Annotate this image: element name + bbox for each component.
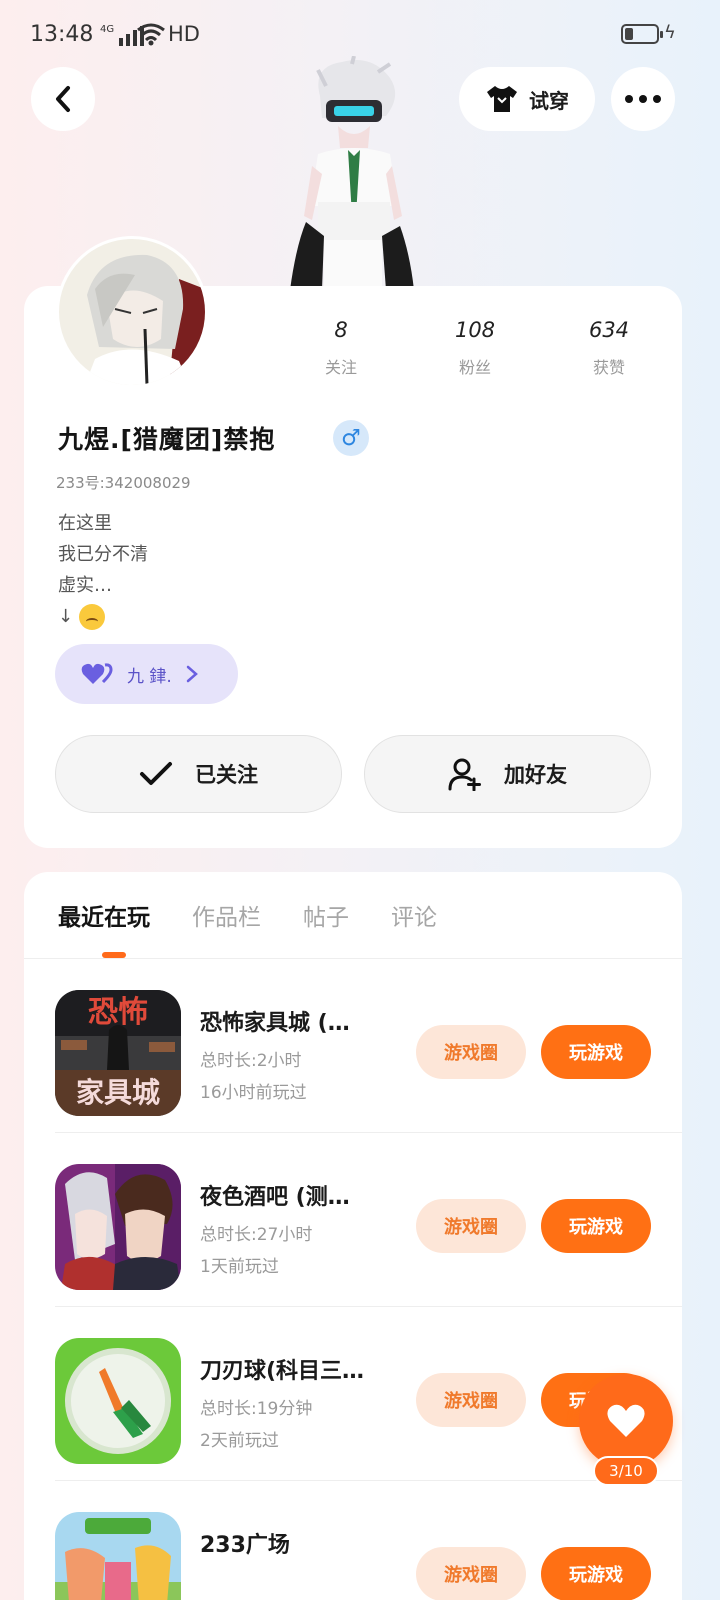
stat-label: 关注: [324, 358, 357, 377]
nickname: 九煜.[猎魔团]禁抱: [58, 425, 276, 454]
add-friend-button[interactable]: 加好友: [364, 735, 651, 813]
game-circle-button[interactable]: 游戏圈: [416, 1025, 526, 1079]
game-name[interactable]: 刀刃球(科目三…: [200, 1353, 364, 1385]
bio-line: 我已分不清: [58, 544, 148, 565]
game-circle-button[interactable]: 游戏圈: [416, 1373, 526, 1427]
game-circle-button[interactable]: 游戏圈: [416, 1199, 526, 1253]
game-row[interactable]: 233广场 游戏圈 玩游戏: [24, 1481, 682, 1600]
relationship-label: 九 銉.: [127, 666, 172, 687]
chevron-right-icon: [186, 665, 198, 683]
stat-likes[interactable]: 634 获赞: [542, 318, 676, 378]
back-button[interactable]: [31, 67, 95, 131]
like-count-badge: 3/10: [593, 1456, 659, 1486]
tab-bar: 最近在玩 作品栏 帖子 评论: [58, 898, 437, 932]
last-played: 2天前玩过: [200, 1431, 279, 1451]
status-time: 13:48: [30, 22, 94, 47]
play-game-button[interactable]: 玩游戏: [541, 1199, 651, 1253]
game-icon-horror-furniture[interactable]: 恐怖 家具城: [55, 990, 181, 1116]
add-user-icon: [448, 758, 481, 791]
bio: 在这里 我已分不清 虚实… ↓: [58, 508, 148, 632]
male-gender-icon: ♂: [333, 420, 369, 456]
stat-value: 8: [334, 318, 348, 342]
wifi-icon: [137, 23, 165, 46]
game-row[interactable]: 刀刃球(科目三… 总时长:19分钟 2天前玩过 游戏圈 玩游戏: [24, 1307, 682, 1481]
stat-label: 粉丝: [458, 358, 491, 377]
game-name[interactable]: 夜色酒吧 (测…: [200, 1179, 350, 1211]
stat-label: 获赞: [592, 358, 625, 377]
game-name[interactable]: 恐怖家具城 (…: [200, 1005, 350, 1037]
last-played: 1天前玩过: [200, 1257, 279, 1277]
stat-followers[interactable]: 108 粉丝: [408, 318, 542, 378]
stat-value: 634: [588, 318, 630, 342]
user-id[interactable]: 233号:342008029: [56, 472, 191, 493]
followed-label: 已关注: [195, 763, 258, 787]
game-name[interactable]: 233广场: [200, 1527, 290, 1559]
svg-text:恐怖: 恐怖: [88, 995, 148, 1030]
avatar-image: [59, 239, 205, 385]
tab-comments[interactable]: 评论: [391, 898, 437, 932]
hd-indicator: HD: [168, 22, 200, 46]
more-button[interactable]: [611, 67, 675, 131]
bio-line: 在这里: [58, 513, 112, 534]
total-play-time: 总时长:19分钟: [200, 1399, 313, 1419]
heart-icon: [607, 1404, 645, 1437]
total-play-time: 总时长:2小时: [200, 1051, 302, 1071]
game-meta: 总时长:27小时 1天前玩过: [200, 1219, 312, 1283]
total-play-time: 总时长:27小时: [200, 1225, 313, 1245]
game-row[interactable]: 恐怖 家具城 恐怖家具城 (… 总时长:2小时 16小时前玩过 游戏圈 玩游戏: [24, 959, 682, 1133]
relationship-pill[interactable]: 九 銉.: [55, 644, 238, 704]
character-3d-avatar[interactable]: [282, 56, 422, 290]
play-game-button[interactable]: 玩游戏: [541, 1547, 651, 1600]
game-meta: 总时长:2小时 16小时前玩过: [200, 1045, 307, 1109]
tab-works[interactable]: 作品栏: [192, 898, 261, 932]
followed-button[interactable]: 已关注: [55, 735, 342, 813]
stat-following[interactable]: 8 关注: [274, 318, 408, 378]
game-icon-233-plaza[interactable]: [55, 1512, 181, 1600]
avatar[interactable]: [56, 236, 208, 388]
chevron-left-icon: [56, 86, 70, 112]
try-on-label: 试穿: [529, 88, 569, 113]
stat-value: 108: [454, 318, 496, 342]
more-dots-icon: [625, 95, 661, 103]
game-icon-night-bar[interactable]: [55, 1164, 181, 1290]
check-icon: [140, 762, 172, 785]
play-game-button[interactable]: 玩游戏: [541, 1025, 651, 1079]
games-card: 最近在玩 作品栏 帖子 评论 恐怖 家具城 恐怖家具城 (… 总时长:2小时 1…: [24, 872, 682, 1600]
tab-recently-played[interactable]: 最近在玩: [58, 898, 150, 932]
upside-down-face-emoji-icon: [79, 604, 106, 630]
game-circle-button[interactable]: 游戏圈: [416, 1547, 526, 1600]
charging-icon: ϟ: [664, 22, 676, 43]
game-row[interactable]: 夜色酒吧 (测… 总时长:27小时 1天前玩过 游戏圈 玩游戏: [24, 1133, 682, 1307]
try-on-button[interactable]: 试穿: [459, 67, 595, 131]
profile-stats: 8 关注 108 粉丝 634 获赞: [274, 318, 676, 378]
last-played: 16小时前玩过: [200, 1083, 307, 1103]
bio-line: 虚实…: [58, 575, 112, 596]
tshirt-icon: [487, 86, 517, 112]
hearts-icon: [81, 663, 113, 684]
svg-text:家具城: 家具城: [76, 1076, 160, 1109]
bio-line: ↓: [58, 601, 148, 632]
like-floating-button[interactable]: [579, 1374, 673, 1468]
game-meta: 总时长:19分钟 2天前玩过: [200, 1393, 312, 1457]
battery-icon: [621, 24, 663, 44]
tab-posts[interactable]: 帖子: [303, 898, 349, 932]
add-friend-label: 加好友: [504, 763, 567, 787]
game-icon-blade-ball[interactable]: [55, 1338, 181, 1464]
